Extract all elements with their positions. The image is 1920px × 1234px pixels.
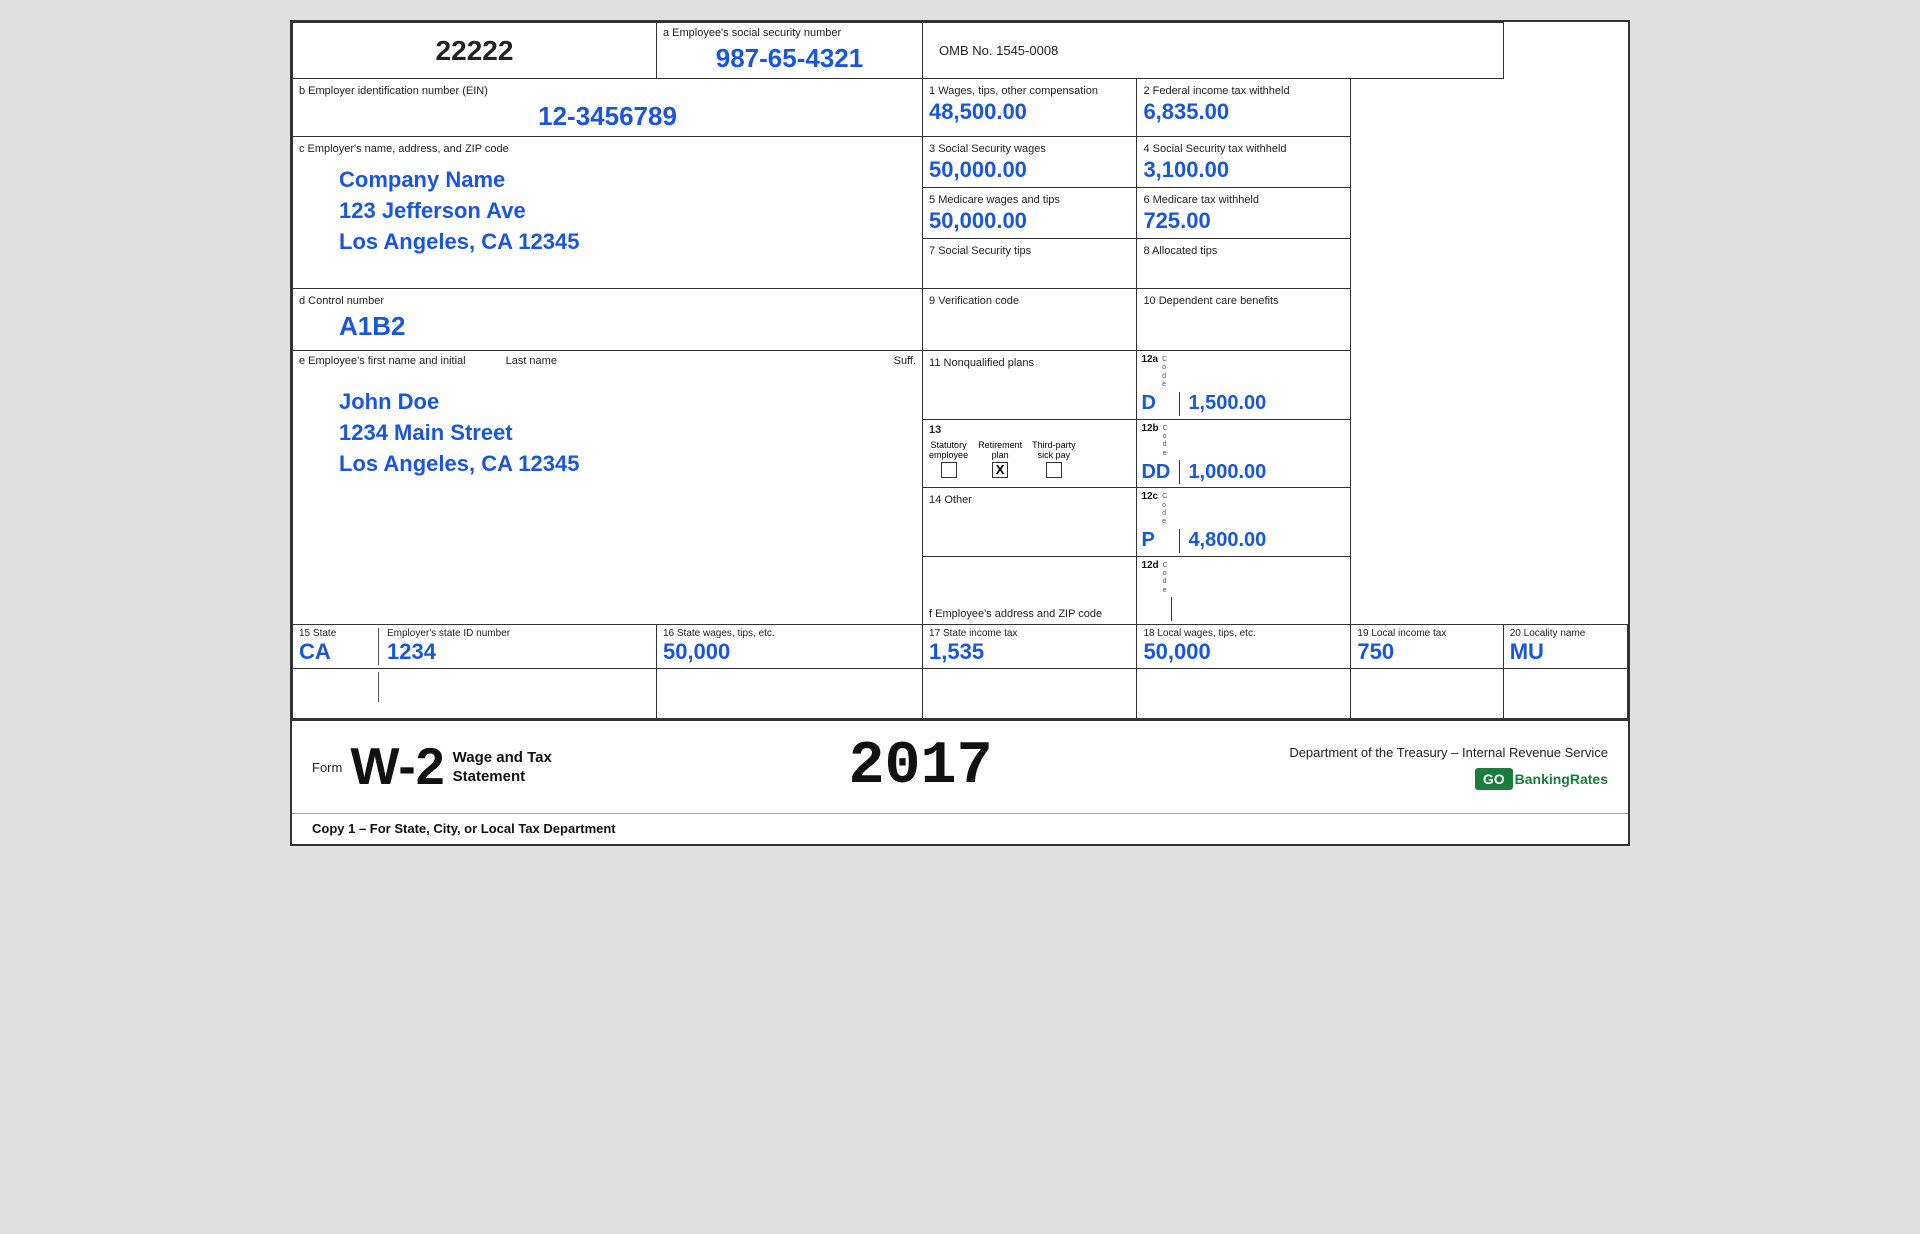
box12a-label: 12a (1141, 354, 1158, 365)
box1-value: 48,500.00 (929, 99, 1130, 125)
box16-value: 50,000 (663, 639, 916, 665)
box12c-code: P (1141, 529, 1171, 552)
box7-label: 7 Social Security tips (929, 245, 1031, 257)
employee-info: John Doe 1234 Main Street Los Angeles, C… (299, 367, 916, 489)
box20-value: MU (1510, 639, 1621, 665)
box17-value: 1,535 (929, 639, 1130, 665)
box12b-row: DD 1,000.00 (1141, 460, 1346, 484)
box15-employer-id-label: Employer's state ID number (387, 628, 510, 639)
box15-id: 1234 (387, 639, 510, 665)
employer-label: c Employer's name, address, and ZIP code (299, 143, 509, 155)
box12a-row: D 1,500.00 (1141, 392, 1346, 416)
box5-label: 5 Medicare wages and tips (929, 194, 1060, 206)
footer-w2: W-2 (350, 741, 444, 793)
box12c-value: 4,800.00 (1188, 529, 1266, 552)
box20-label: 20 Locality name (1510, 628, 1621, 639)
box18-label: 18 Local wages, tips, etc. (1143, 628, 1344, 639)
footer-copy: Copy 1 – For State, City, or Local Tax D… (312, 821, 616, 836)
box12d-label: 12d (1141, 560, 1158, 571)
employer-address2: Los Angeles, CA 12345 (339, 227, 916, 258)
box10-label: 10 Dependent care benefits (1143, 295, 1278, 307)
employee-suff: Suff. (894, 355, 916, 367)
employee-address1: 1234 Main Street (339, 418, 916, 449)
employee-name: John Doe (339, 387, 916, 418)
box12c-label: 12c (1141, 491, 1158, 502)
box3-value: 50,000.00 (929, 157, 1130, 183)
box8-label: 8 Allocated tips (1143, 245, 1217, 257)
omb-number: OMB No. 1545-0008 (939, 43, 1058, 58)
box3-label: 3 Social Security wages (929, 143, 1046, 155)
control-label: d Control number (299, 295, 384, 307)
employee-zip-label: f Employee's address and ZIP code (929, 608, 1102, 620)
go-label: GO (1475, 768, 1513, 790)
employee-lastname-label: Last name (506, 355, 557, 367)
box12b-code: DD (1141, 461, 1171, 484)
box12b-label: 12b (1141, 423, 1158, 434)
employee-address2: Los Angeles, CA 12345 (339, 449, 916, 480)
statutory-box (941, 462, 957, 478)
box16-label: 16 State wages, tips, etc. (663, 628, 916, 639)
ssn-value: 987-65-4321 (663, 39, 916, 74)
box5-value: 50,000.00 (929, 208, 1130, 234)
footer-form: Form W-2 Wage and Tax Statement (312, 741, 552, 793)
employee-label: e Employee's first name and initial (299, 355, 466, 367)
thirdparty-box (1046, 462, 1062, 478)
retirement-checkbox: Retirementplan X (978, 440, 1022, 478)
retirement-box: X (992, 462, 1008, 478)
ein-label: b Employer identification number (EIN) (299, 85, 488, 97)
box2-value: 6,835.00 (1143, 99, 1344, 125)
box6-value: 725.00 (1143, 208, 1344, 234)
banking-label: BankingRates (1515, 771, 1608, 787)
thirdparty-checkbox: Third-partysick pay (1032, 440, 1076, 478)
box14-label: 14 Other (929, 494, 972, 506)
box19-value: 750 (1357, 639, 1496, 665)
box13-label: 13 (929, 424, 1130, 436)
box12a-value: 1,500.00 (1188, 392, 1266, 415)
box15-label: 15 State (299, 628, 372, 639)
box13-checkboxes: Statutoryemployee Retirementplan X Third… (929, 440, 1130, 478)
box12b-value: 1,000.00 (1188, 461, 1266, 484)
box2-label: 2 Federal income tax withheld (1143, 85, 1289, 97)
employer-address: Company Name 123 Jefferson Ave Los Angel… (299, 155, 916, 267)
w2-form: 22222 a Employee's social security numbe… (290, 20, 1630, 846)
box15-state: CA (299, 639, 372, 665)
control-value: A1B2 (299, 307, 916, 346)
box4-label: 4 Social Security tax withheld (1143, 143, 1286, 155)
statutory-checkbox: Statutoryemployee (929, 440, 968, 478)
box12c-row: P 4,800.00 (1141, 529, 1346, 553)
ssn-label: a Employee's social security number (663, 27, 916, 39)
footer-year: 2017 (849, 733, 993, 801)
employer-name: Company Name (339, 165, 916, 196)
footer-form-label: Form (312, 760, 342, 775)
box4-value: 3,100.00 (1143, 157, 1344, 183)
footer-irs: Department of the Treasury – Internal Re… (1289, 745, 1608, 790)
box19-label: 19 Local income tax (1357, 628, 1496, 639)
form-id: 22222 (299, 35, 650, 67)
retirement-check: X (996, 462, 1005, 477)
employer-address1: 123 Jefferson Ave (339, 196, 916, 227)
box1-label: 1 Wages, tips, other compensation (929, 85, 1098, 97)
box11-label: 11 Nonqualified plans (929, 357, 1034, 369)
box6-label: 6 Medicare tax withheld (1143, 194, 1259, 206)
ein-value: 12-3456789 (299, 101, 916, 132)
box12a-code: D (1141, 392, 1171, 415)
go-banking-logo: GO BankingRates (1475, 768, 1608, 790)
logo-area: GO BankingRates (1289, 768, 1608, 790)
footer-title: Wage and Tax Statement (453, 748, 552, 787)
box9-label: 9 Verification code (929, 295, 1019, 307)
box18-value: 50,000 (1143, 639, 1344, 665)
box12d-row (1141, 597, 1346, 621)
box17-label: 17 State income tax (929, 628, 1130, 639)
